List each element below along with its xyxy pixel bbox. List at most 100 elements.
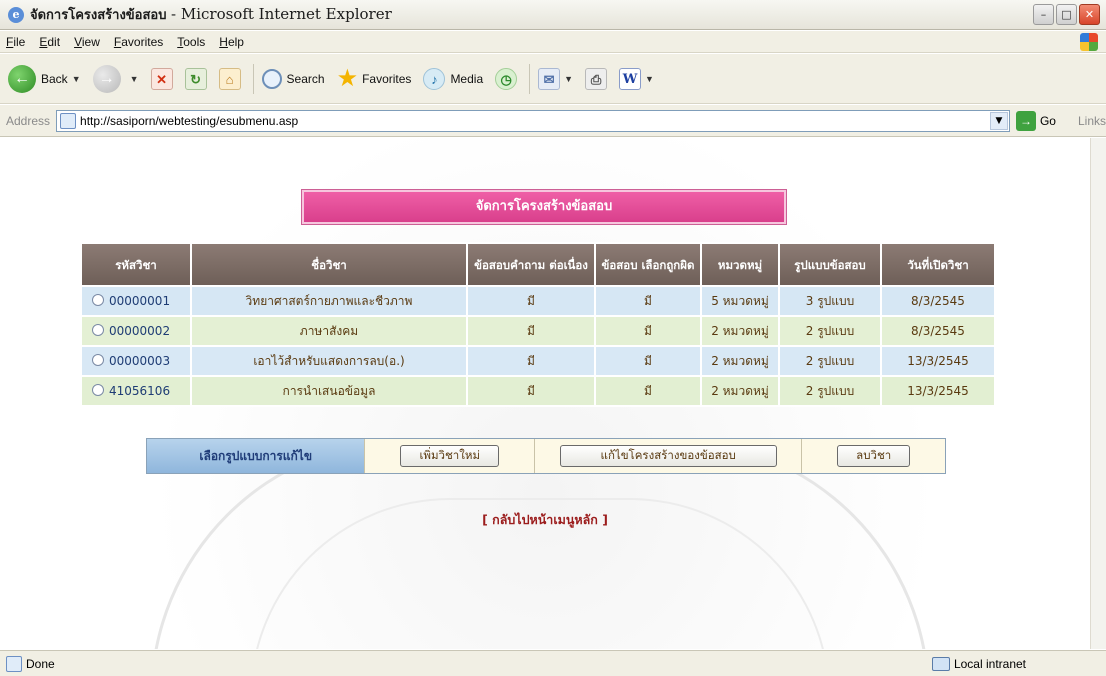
chevron-down-icon[interactable]: ▼	[72, 74, 81, 84]
media-button[interactable]: ♪ Media	[423, 67, 483, 90]
zone-text: Local intranet	[953, 656, 1026, 671]
delete-subject-button[interactable]: ลบวิชา	[837, 445, 911, 467]
print-button[interactable]: ⎙	[585, 67, 608, 90]
add-subject-button[interactable]: เพิ่มวิชาใหม่	[400, 445, 500, 467]
table-row[interactable]: 41056106 การนำเสนอข้อมูล มี มี 2 หมวดหมู…	[80, 375, 996, 407]
favorites-label: Favorites	[362, 71, 412, 86]
home-button[interactable]: ⌂	[218, 67, 241, 90]
links-button[interactable]: Links	[1078, 114, 1106, 128]
edit-word-button[interactable]: W ▼	[619, 67, 654, 90]
forward-button[interactable]: → ▼	[92, 64, 139, 93]
subject-radio[interactable]	[92, 354, 104, 366]
address-bar: Address http://sasiporn/webtesting/esubm…	[0, 105, 1106, 137]
menu-view[interactable]: View	[74, 35, 100, 49]
window-title-text: จัดการโครงสร้างข้อสอบ	[30, 8, 167, 23]
menu-edit[interactable]: Edit	[39, 35, 60, 49]
chevron-down-icon[interactable]: ▼	[989, 111, 1008, 130]
address-url[interactable]: http://sasiporn/webtesting/esubmenu.asp	[80, 114, 990, 128]
window-app-name: - Microsoft Internet Explorer	[171, 5, 392, 23]
stop-button[interactable]: ✕	[150, 67, 173, 90]
security-zone: Local intranet	[931, 656, 1026, 671]
history-button[interactable]: ◷	[495, 67, 518, 90]
edit-structure-button[interactable]: แก้ไขโครงสร้างของข้อสอบ	[559, 445, 777, 467]
back-button[interactable]: ← Back ▼	[8, 64, 81, 93]
search-button[interactable]: Search	[261, 68, 325, 89]
edit-actions-label: เลือกรูปแบบการแก้ไข	[147, 439, 365, 473]
window-controls: – □ ✕	[1033, 4, 1100, 25]
subject-name: การนำเสนอข้อมูล	[190, 375, 468, 407]
refresh-button[interactable]: ↻	[184, 67, 207, 90]
favorites-star-icon: ★	[336, 64, 359, 92]
subject-radio[interactable]	[92, 324, 104, 336]
mail-icon: ✉	[538, 67, 561, 90]
subject-date: 13/3/2545	[880, 375, 996, 407]
menu-file[interactable]: File	[6, 35, 25, 49]
subject-code: 00000003	[109, 354, 171, 368]
favorites-button[interactable]: ★ Favorites	[336, 64, 412, 92]
chevron-down-icon[interactable]: ▼	[130, 74, 139, 84]
subject-continuous: มี	[466, 285, 596, 317]
toolbar-separator	[252, 63, 254, 94]
intranet-icon	[931, 656, 950, 671]
maximize-icon[interactable]: □	[1056, 4, 1077, 25]
menu-favorites[interactable]: Favorites	[114, 35, 163, 49]
chevron-down-icon[interactable]: ▼	[564, 74, 573, 84]
subject-code-cell[interactable]: 00000003	[80, 345, 192, 377]
go-label: Go	[1039, 113, 1056, 128]
media-icon: ♪	[423, 67, 446, 90]
go-button[interactable]: → Go	[1015, 110, 1056, 131]
window-titlebar: e จัดการโครงสร้างข้อสอบ - Microsoft Inte…	[0, 0, 1106, 30]
status-text: Done	[26, 656, 55, 671]
home-icon: ⌂	[218, 67, 241, 90]
subject-date: 8/3/2545	[880, 285, 996, 317]
back-to-main-menu-link[interactable]: [ กลับไปหน้าเมนูหลัก ]	[0, 510, 1090, 530]
table-row[interactable]: 00000001 วิทยาศาสตร์กายภาพและชีวภาพ มี ม…	[80, 285, 996, 317]
word-icon: W	[619, 67, 642, 90]
table-row[interactable]: 00000002 ภาษาสังคม มี มี 2 หมวดหมู่ 2 รู…	[80, 315, 996, 347]
edit-actions-bar: เลือกรูปแบบการแก้ไข เพิ่มวิชาใหม่ แก้ไขโ…	[146, 438, 946, 474]
table-row[interactable]: 00000003 เอาไว้สำหรับแสดงการลบ(อ.) มี มี…	[80, 345, 996, 377]
subject-radio[interactable]	[92, 294, 104, 306]
vertical-scrollbar[interactable]	[1090, 138, 1106, 649]
subject-categories: 2 หมวดหมู่	[700, 345, 780, 377]
page-content: จัดการโครงสร้างข้อสอบ รหัสวิชา ชื่อวิชา …	[0, 138, 1090, 649]
chevron-down-icon[interactable]: ▼	[645, 74, 654, 84]
menu-tools[interactable]: Tools	[177, 35, 205, 49]
subject-date: 8/3/2545	[880, 315, 996, 347]
subject-continuous: มี	[466, 375, 596, 407]
col-header-continuous: ข้อสอบคำถาม ต่อเนื่อง	[466, 242, 596, 287]
subject-categories: 2 หมวดหมู่	[700, 375, 780, 407]
subject-code-cell[interactable]: 00000001	[80, 285, 192, 317]
subject-formats: 2 รูปแบบ	[778, 345, 882, 377]
subject-radio[interactable]	[92, 384, 104, 396]
subject-name: วิทยาศาสตร์กายภาพและชีวภาพ	[190, 285, 468, 317]
subject-name: ภาษาสังคม	[190, 315, 468, 347]
col-header-code: รหัสวิชา	[80, 242, 192, 287]
subject-date: 13/3/2545	[880, 345, 996, 377]
col-header-date: วันที่เปิดวิชา	[880, 242, 996, 287]
subject-categories: 2 หมวดหมู่	[700, 315, 780, 347]
subject-formats: 2 รูปแบบ	[778, 375, 882, 407]
mail-button[interactable]: ✉ ▼	[538, 67, 573, 90]
address-label: Address	[6, 113, 51, 128]
close-icon[interactable]: ✕	[1079, 4, 1100, 25]
subjects-table: รหัสวิชา ชื่อวิชา ข้อสอบคำถาม ต่อเนื่อง …	[80, 242, 996, 407]
subject-code: 00000001	[109, 294, 171, 308]
toolbar: ← Back ▼ → ▼ ✕ ↻ ⌂ Search ★ Favorites ♪ …	[0, 54, 1106, 104]
edit-structure-cell: แก้ไขโครงสร้างของข้อสอบ	[534, 439, 802, 473]
subject-continuous: มี	[466, 345, 596, 377]
windows-logo-icon	[1080, 33, 1098, 51]
menu-help[interactable]: Help	[219, 35, 244, 49]
subject-code: 00000002	[109, 324, 171, 338]
page-done-icon	[6, 655, 22, 672]
address-field[interactable]: http://sasiporn/webtesting/esubmenu.asp …	[56, 109, 1010, 132]
subject-code-cell[interactable]: 41056106	[80, 375, 192, 407]
minimize-icon[interactable]: –	[1033, 4, 1054, 25]
subject-formats: 2 รูปแบบ	[778, 315, 882, 347]
col-header-truefalse: ข้อสอบ เลือกถูกผิด	[594, 242, 702, 287]
subject-code-cell[interactable]: 00000002	[80, 315, 192, 347]
table-header-row: รหัสวิชา ชื่อวิชา ข้อสอบคำถาม ต่อเนื่อง …	[80, 242, 996, 287]
subject-truefalse: มี	[594, 345, 702, 377]
col-header-categories: หมวดหมู่	[700, 242, 780, 287]
subject-continuous: มี	[466, 315, 596, 347]
